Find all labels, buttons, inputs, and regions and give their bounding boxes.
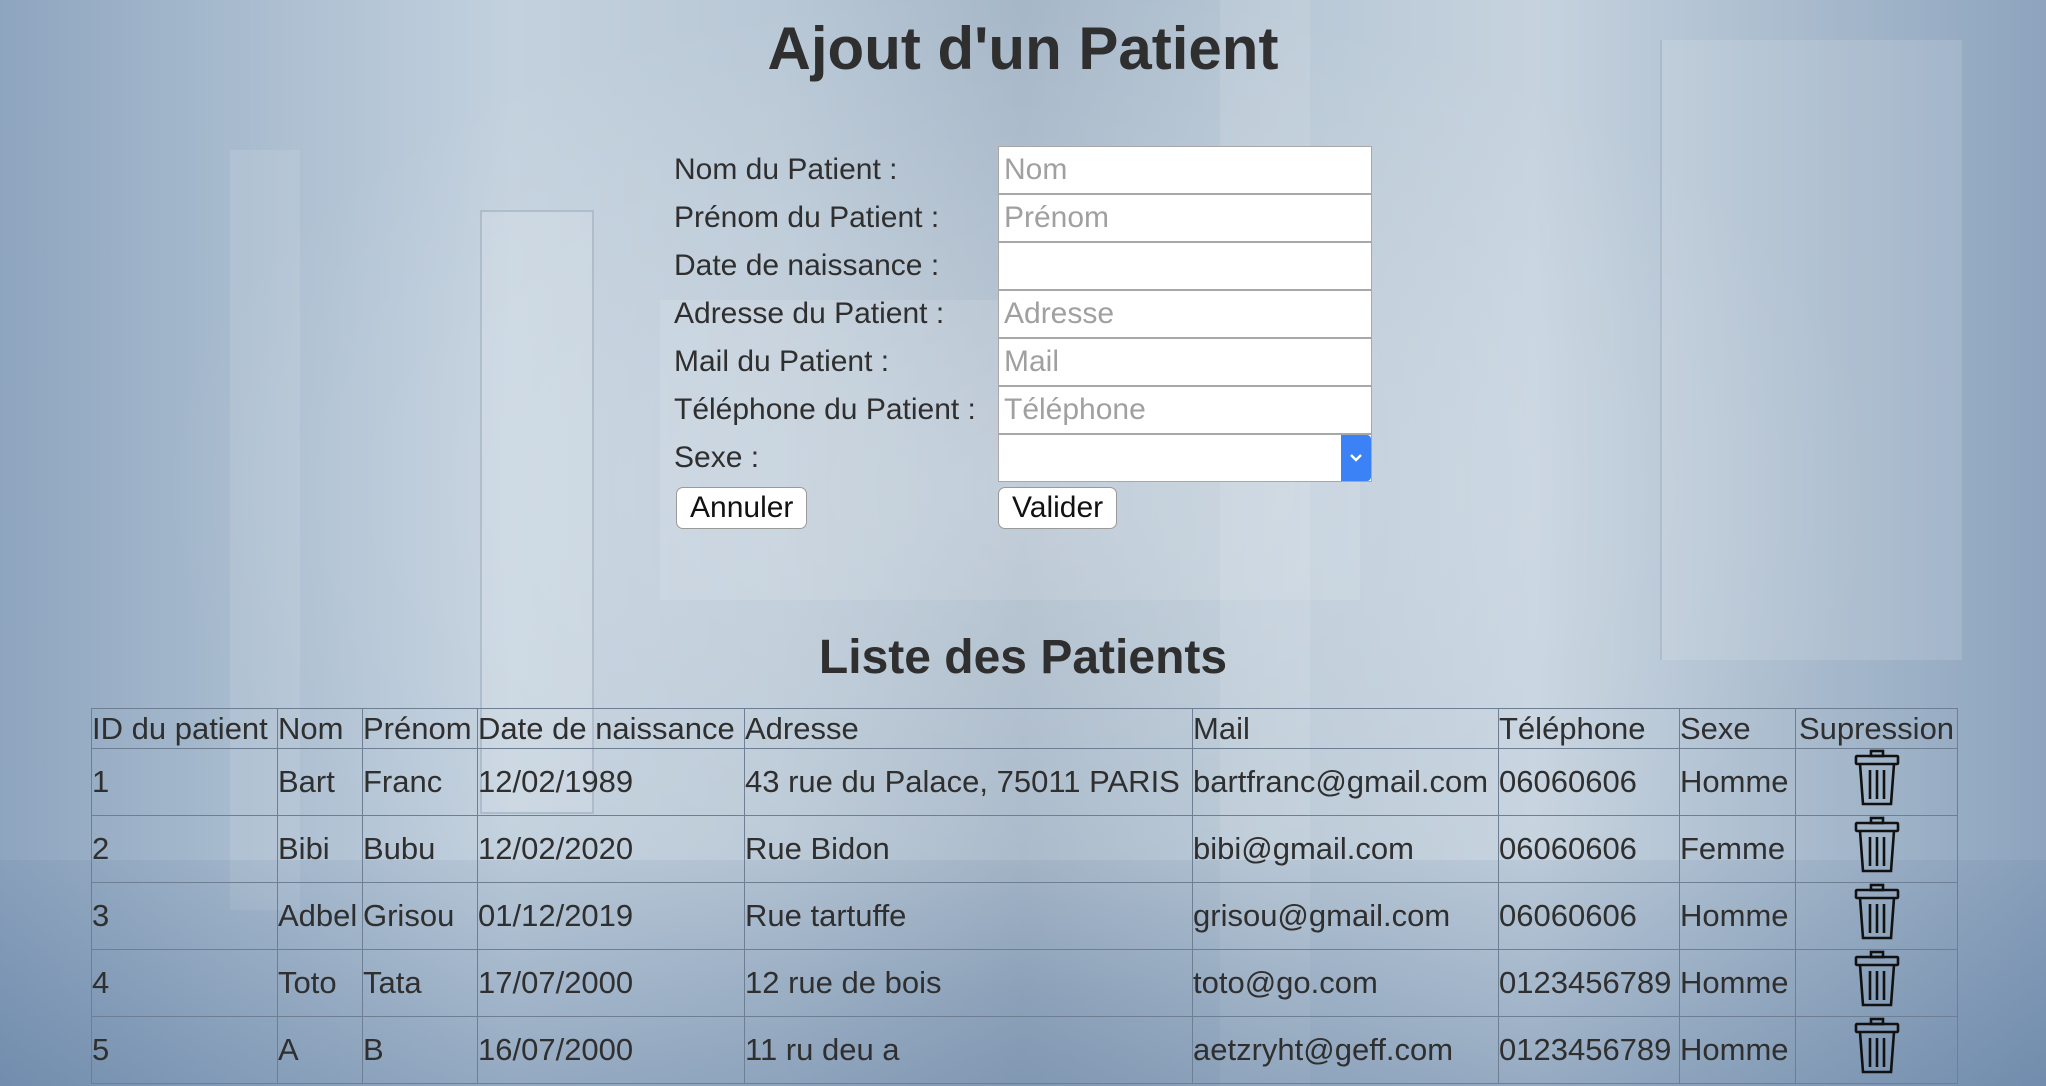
table-row: 5 A B 16/07/2000 11 ru deu a aetzryht@ge… [91,1016,1958,1084]
cell-sexe: Homme [1679,949,1796,1017]
form-row-prenom: Prénom du Patient : [674,194,1372,242]
cell-date-naissance: 12/02/1989 [477,748,745,816]
cell-mail: bartfranc@gmail.com [1192,748,1499,816]
trash-icon[interactable] [1853,950,1901,1016]
table-row: 1 Bart Franc 12/02/1989 43 rue du Palace… [91,748,1958,816]
adresse-input[interactable] [998,290,1372,338]
cell-date-naissance: 12/02/2020 [477,815,745,883]
form-row-adresse: Adresse du Patient : [674,290,1372,338]
cancel-button[interactable]: Annuler [676,487,808,529]
cell-supression [1795,815,1958,883]
patients-table: ID du patient Nom Prénom Date de naissan… [91,708,1958,1084]
header-date-naissance: Date de naissance [477,708,745,749]
header-adresse: Adresse [744,708,1193,749]
cell-supression [1795,1016,1958,1084]
telephone-input[interactable] [998,386,1372,434]
form-row-nom: Nom du Patient : [674,146,1372,194]
cell-nom: Adbel [277,882,363,950]
cell-sexe: Homme [1679,1016,1796,1084]
table-row: 3 Adbel Grisou 01/12/2019 Rue tartuffe g… [91,882,1958,950]
cell-sexe: Femme [1679,815,1796,883]
cell-id: 4 [91,949,278,1017]
sexe-select[interactable] [998,434,1372,482]
form-row-telephone: Téléphone du Patient : [674,386,1372,434]
header-prenom: Prénom [362,708,478,749]
form-row-mail: Mail du Patient : [674,338,1372,386]
cell-adresse: 11 ru deu a [744,1016,1193,1084]
mail-label: Mail du Patient : [674,345,890,378]
background-decoration [1660,40,1962,660]
cell-mail: bibi@gmail.com [1192,815,1499,883]
nom-label: Nom du Patient : [674,153,898,186]
cell-prenom: Grisou [362,882,478,950]
cell-date-naissance: 01/12/2019 [477,882,745,950]
form-row-date: Date de naissance : [674,242,1372,290]
cell-date-naissance: 17/07/2000 [477,949,745,1017]
table-row: 4 Toto Tata 17/07/2000 12 rue de bois to… [91,949,1958,1017]
cell-nom: A [277,1016,363,1084]
date-naissance-label: Date de naissance : [674,249,940,282]
patient-list-title: Liste des Patients [818,631,1228,684]
cancel-wrapper: Annuler [674,487,998,529]
cell-nom: Bart [277,748,363,816]
trash-icon[interactable] [1853,749,1901,815]
cell-supression [1795,882,1958,950]
cell-date-naissance: 16/07/2000 [477,1016,745,1084]
cell-adresse: Rue tartuffe [744,882,1193,950]
header-supression: Supression [1795,708,1958,749]
cell-supression [1795,949,1958,1017]
page-title: Ajout d'un Patient [767,15,1279,82]
header-mail: Mail [1192,708,1499,749]
trash-icon[interactable] [1853,816,1901,882]
header-id: ID du patient [91,708,278,749]
header-telephone: Téléphone [1498,708,1680,749]
cell-nom: Bibi [277,815,363,883]
cell-mail: toto@go.com [1192,949,1499,1017]
cell-id: 2 [91,815,278,883]
cell-adresse: 43 rue du Palace, 75011 PARIS [744,748,1193,816]
cell-id: 5 [91,1016,278,1084]
cell-adresse: 12 rue de bois [744,949,1193,1017]
date-naissance-input[interactable] [998,242,1372,290]
cell-prenom: Tata [362,949,478,1017]
cell-mail: aetzryht@geff.com [1192,1016,1499,1084]
form-row-sexe: Sexe : [674,434,1372,482]
header-nom: Nom [277,708,363,749]
submit-button[interactable]: Valider [998,487,1118,529]
cell-id: 1 [91,748,278,816]
trash-icon[interactable] [1853,1017,1901,1083]
form-actions: Annuler Valider [674,484,1372,532]
nom-input[interactable] [998,146,1372,194]
table-header-row: ID du patient Nom Prénom Date de naissan… [91,708,1958,749]
cell-telephone: 06060606 [1498,748,1680,816]
cell-adresse: Rue Bidon [744,815,1193,883]
cell-sexe: Homme [1679,748,1796,816]
cell-prenom: B [362,1016,478,1084]
table-row: 2 Bibi Bubu 12/02/2020 Rue Bidon bibi@gm… [91,815,1958,883]
cell-telephone: 06060606 [1498,882,1680,950]
prenom-input[interactable] [998,194,1372,242]
cell-nom: Toto [277,949,363,1017]
cell-telephone: 0123456789 [1498,1016,1680,1084]
cell-prenom: Franc [362,748,478,816]
cell-supression [1795,748,1958,816]
chevron-down-icon[interactable] [1341,435,1371,481]
mail-input[interactable] [998,338,1372,386]
trash-icon[interactable] [1853,883,1901,949]
cell-id: 3 [91,882,278,950]
adresse-label: Adresse du Patient : [674,297,945,330]
add-patient-form: Nom du Patient : Prénom du Patient : Dat… [674,146,1372,532]
cell-prenom: Bubu [362,815,478,883]
cell-sexe: Homme [1679,882,1796,950]
telephone-label: Téléphone du Patient : [674,393,976,426]
header-sexe: Sexe [1679,708,1796,749]
prenom-label: Prénom du Patient : [674,201,940,234]
cell-telephone: 0123456789 [1498,949,1680,1017]
cell-telephone: 06060606 [1498,815,1680,883]
cell-mail: grisou@gmail.com [1192,882,1499,950]
sexe-label: Sexe : [674,441,760,474]
